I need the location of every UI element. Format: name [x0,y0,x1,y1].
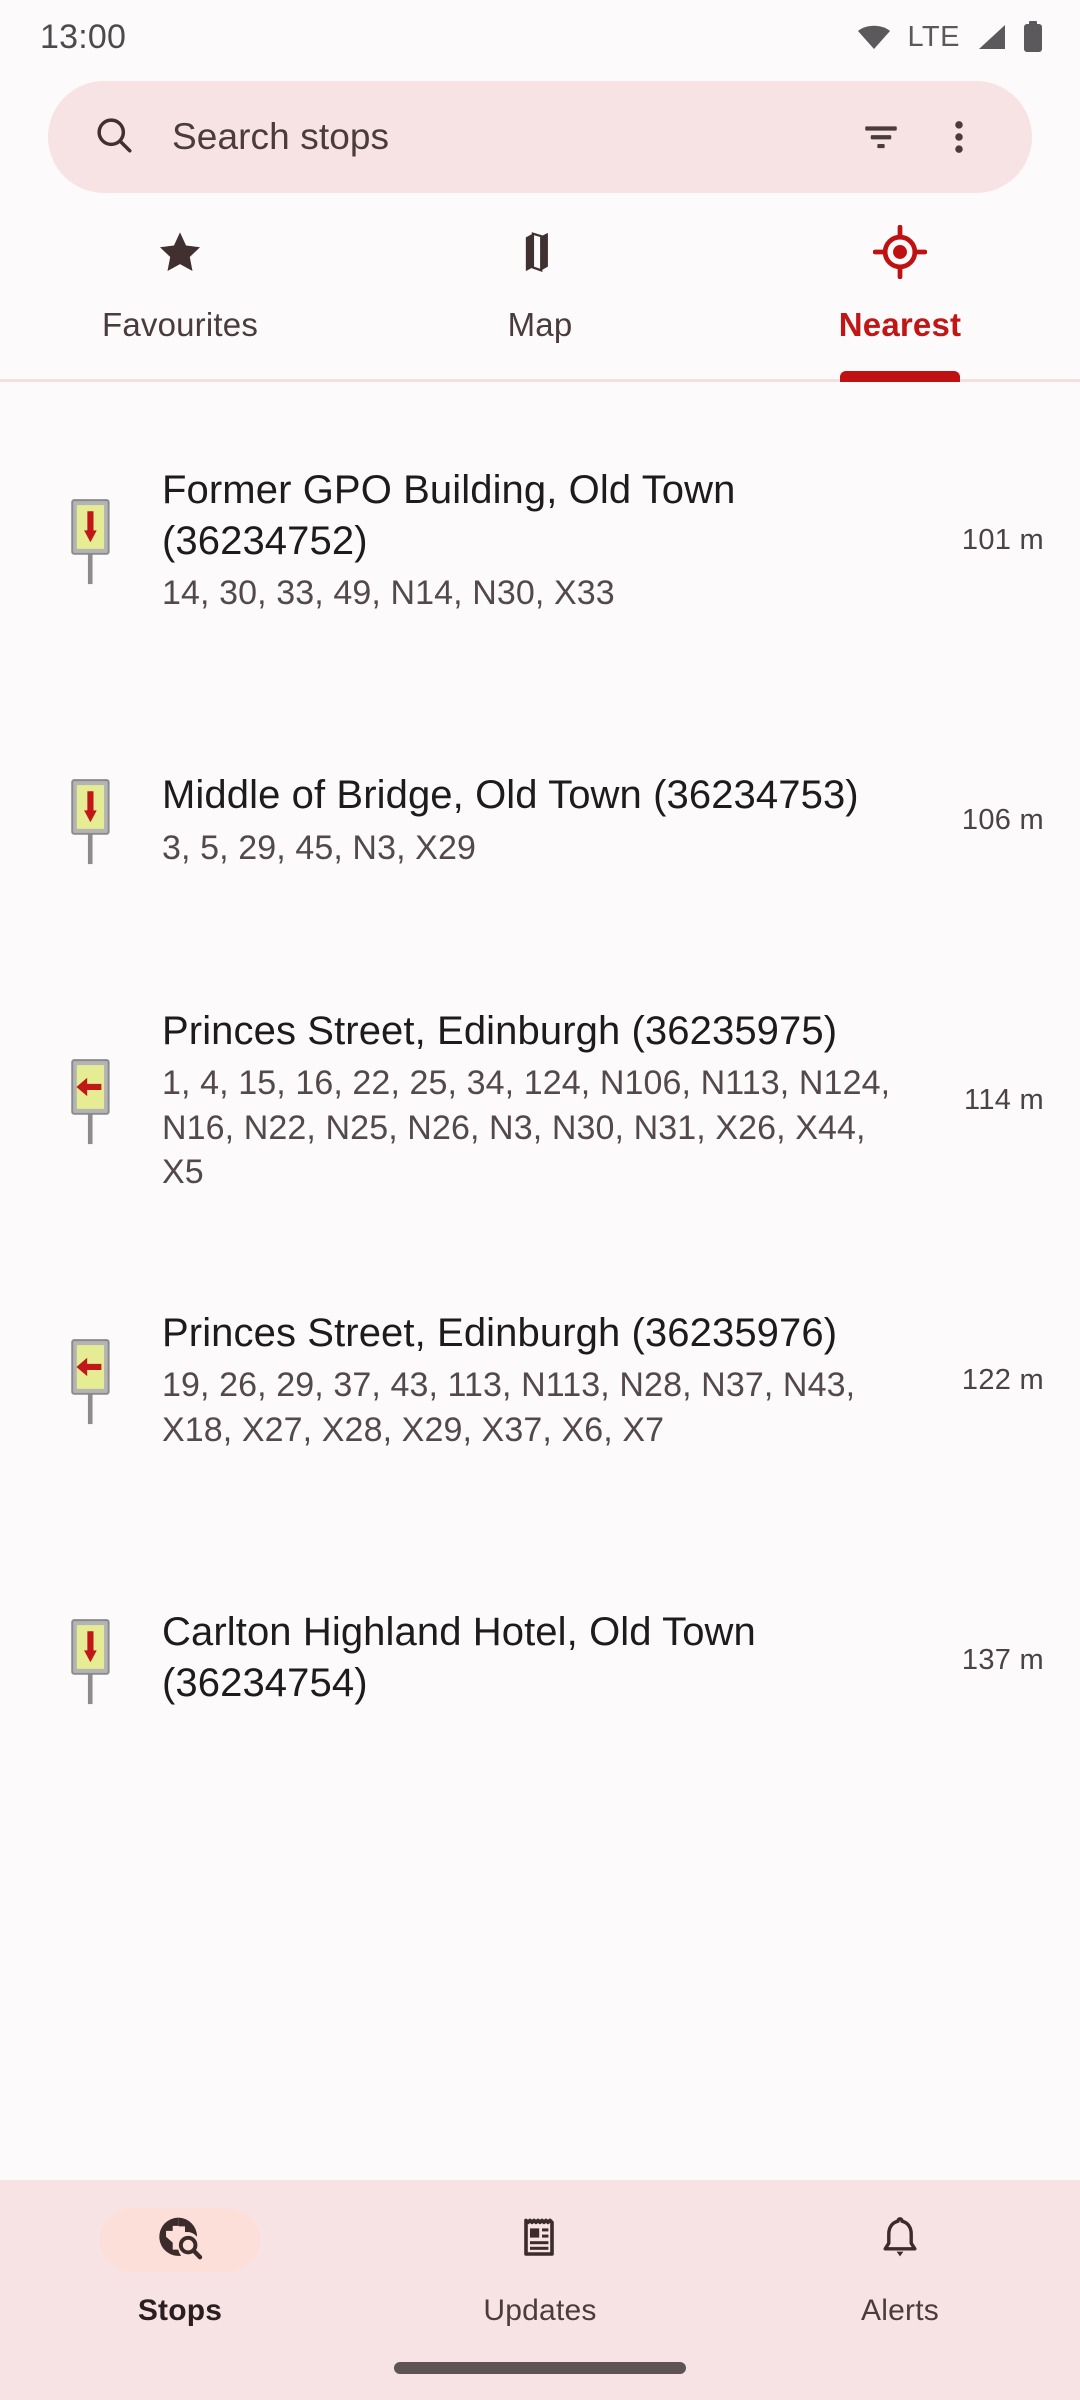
app-root: 13:00 LTE Search stops Favourites Map Ne… [0,0,1080,2400]
stop-distance: 137 m [961,1643,1044,1676]
stop-distance: 106 m [961,803,1044,836]
stop-distance: 114 m [964,1083,1044,1116]
status-bar-icons: LTE [856,21,1044,54]
nav-item-alerts-label: Alerts [861,2294,939,2327]
stop-name: Princes Street, Edinburgh (36235975) [162,1009,838,1054]
status-clock: 13:00 [40,17,127,56]
travel-explore-icon [155,2213,205,2268]
nav-item-alerts[interactable]: Alerts [720,2208,1080,2328]
search-input[interactable]: Search stops [172,116,842,158]
nav-item-updates[interactable]: Updates [360,2208,720,2328]
network-type-label: LTE [907,20,960,53]
stop-info: Middle of Bridge, Old Town (36234753) 3,… [120,770,924,869]
stop-routes: 14, 30, 33, 49, N14, N30, X33 [162,574,615,613]
bus-stop-sign-left-arrow-icon [62,1052,120,1148]
list-item[interactable]: Carlton Highland Hotel, Old Town (362347… [0,1520,1080,1800]
list-item[interactable]: Princes Street, Edinburgh (36235975) 1, … [0,960,1080,1240]
list-item[interactable]: Middle of Bridge, Old Town (36234753) 3,… [0,680,1080,960]
tab-nearest[interactable]: Nearest [720,200,1080,382]
tab-map[interactable]: Map [360,200,720,379]
my-location-icon [873,225,927,279]
signal-icon [975,23,1007,51]
tab-favourites[interactable]: Favourites [0,200,360,379]
nav-item-stops[interactable]: Stops [0,2208,360,2328]
tab-bar: Favourites Map Nearest [0,200,1080,382]
stop-routes: 19, 26, 29, 37, 43, 113, N113, N28, N37,… [162,1366,856,1449]
stop-distance: 122 m [961,1363,1044,1396]
map-icon [515,226,565,278]
filter-list-icon[interactable] [842,98,920,176]
stop-info: Princes Street, Edinburgh (36235975) 1, … [120,1006,924,1194]
battery-icon [1022,21,1044,53]
stop-routes: 3, 5, 29, 45, N3, X29 [162,828,476,867]
nav-pill-updates [460,2208,620,2272]
bus-stop-sign-down-arrow-icon [62,772,120,868]
stop-name: Former GPO Building, Old Town (36234752) [162,467,736,563]
stop-info: Princes Street, Edinburgh (36235976) 19,… [120,1308,924,1452]
stop-name: Princes Street, Edinburgh (36235976) [162,1311,838,1356]
nav-item-updates-label: Updates [483,2294,597,2327]
star-icon [155,226,205,278]
notifications-bell-icon [876,2214,924,2267]
nearest-stops-list[interactable]: Former GPO Building, Old Town (36234752)… [0,382,1080,2180]
search-icon [92,113,136,162]
tab-nearest-label: Nearest [838,306,962,343]
stop-info: Former GPO Building, Old Town (36234752)… [120,465,924,616]
stop-name: Carlton Highland Hotel, Old Town (362347… [162,1609,756,1705]
tab-map-label: Map [507,306,573,343]
tab-indicator-active [840,371,960,382]
nav-pill-stops [100,2208,260,2272]
wifi-icon [856,23,892,51]
newspaper-icon [516,2214,564,2267]
nav-pill-alerts [820,2208,980,2272]
stop-routes: 1, 4, 15, 16, 22, 25, 34, 124, N106, N11… [162,1064,891,1191]
bus-stop-sign-down-arrow-icon [62,492,120,588]
bottom-navigation-bar: Stops Updates Alerts [0,2180,1080,2400]
stop-distance: 101 m [961,523,1044,556]
nav-item-stops-label: Stops [137,2294,223,2327]
gesture-navigation-bar[interactable] [394,2362,686,2374]
bus-stop-sign-left-arrow-icon [62,1332,120,1428]
list-item[interactable]: Former GPO Building, Old Town (36234752)… [0,400,1080,680]
list-item[interactable]: Princes Street, Edinburgh (36235976) 19,… [0,1240,1080,1520]
stop-info: Carlton Highland Hotel, Old Town (362347… [120,1607,924,1713]
tab-favourites-label: Favourites [101,306,259,343]
search-bar-container: Search stops [0,74,1080,200]
search-bar[interactable]: Search stops [48,81,1032,193]
status-bar: 13:00 LTE [0,0,1080,74]
stop-name: Middle of Bridge, Old Town (36234753) [162,773,859,818]
more-vert-icon[interactable] [920,98,998,176]
bus-stop-sign-down-arrow-icon [62,1612,120,1708]
